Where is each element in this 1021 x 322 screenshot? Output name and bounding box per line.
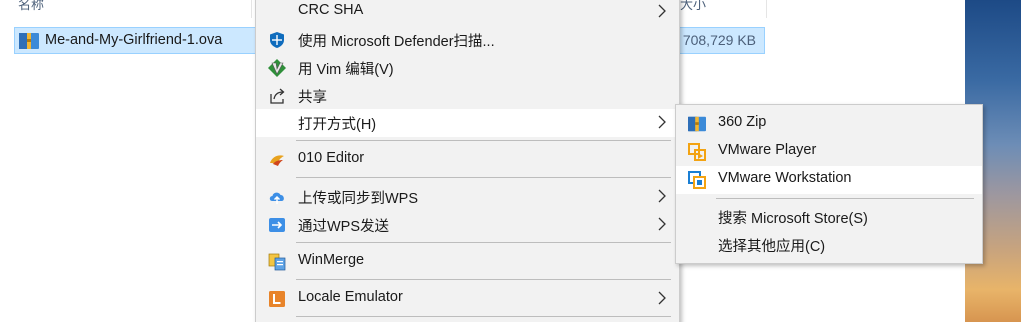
menu-item-010-editor[interactable]: 010 Editor: [256, 146, 679, 174]
vmware-player-icon: [688, 143, 706, 161]
chevron-right-icon: [658, 217, 666, 231]
locale-emulator-icon: [269, 291, 285, 307]
chevron-right-icon: [658, 291, 666, 305]
winmerge-icon: [268, 253, 286, 271]
column-header-size[interactable]: 大小: [680, 0, 706, 13]
wps-cloud-icon: [269, 192, 284, 204]
menu-item-label: 共享: [298, 90, 327, 106]
defender-shield-icon: [270, 32, 284, 48]
column-divider[interactable]: [766, 0, 767, 18]
menu-item-open-with[interactable]: 打开方式(H): [256, 109, 679, 137]
vim-icon: [268, 59, 286, 77]
menu-item-locale-emulator[interactable]: Locale Emulator: [256, 285, 679, 313]
menu-item-share[interactable]: 共享: [256, 82, 679, 110]
chevron-right-icon: [658, 115, 666, 129]
menu-separator: [296, 279, 671, 280]
010-editor-icon: [270, 155, 284, 166]
menu-item-winmerge[interactable]: WinMerge: [256, 248, 679, 276]
column-divider[interactable]: [251, 0, 252, 18]
menu-item-label: 010 Editor: [298, 150, 365, 166]
open-with-submenu: 360 Zip VMware Player VMware Workstation…: [675, 104, 983, 264]
menu-separator: [296, 316, 671, 317]
menu-separator: [296, 177, 671, 178]
vmware-workstation-icon: [688, 171, 706, 189]
menu-item-label: CRC SHA: [298, 2, 364, 18]
submenu-item-label: 选择其他应用(C): [718, 239, 826, 255]
submenu-item-label: VMware Player: [718, 142, 817, 158]
menu-item-label: 打开方式(H): [298, 117, 377, 133]
menu-item-label: WinMerge: [298, 252, 365, 268]
chevron-right-icon: [658, 189, 666, 203]
360zip-icon: [688, 116, 706, 132]
submenu-item-label: 搜索 Microsoft Store(S): [718, 211, 868, 227]
menu-item-label: Locale Emulator: [298, 289, 403, 305]
submenu-item-360zip[interactable]: 360 Zip: [676, 110, 982, 138]
menu-item-defender-scan[interactable]: 使用 Microsoft Defender扫描...: [256, 26, 679, 54]
menu-item-crc-sha[interactable]: CRC SHA: [256, 0, 679, 26]
menu-item-vim-edit[interactable]: 用 Vim 编辑(V): [256, 54, 679, 82]
context-menu: CRC SHA 使用 Microsoft Defender扫描... 用 Vim…: [255, 0, 680, 322]
submenu-item-label: 360 Zip: [718, 114, 767, 130]
submenu-item-search-store[interactable]: 搜索 Microsoft Store(S): [676, 203, 982, 231]
menu-item-label: 用 Vim 编辑(V): [298, 62, 394, 78]
share-icon: [270, 88, 285, 104]
submenu-item-vmware-workstation[interactable]: VMware Workstation: [676, 166, 982, 194]
archive-file-icon: [19, 33, 39, 49]
menu-item-wps-send[interactable]: 通过WPS发送: [256, 211, 679, 239]
menu-item-label: 使用 Microsoft Defender扫描...: [298, 34, 495, 50]
column-header-name[interactable]: 名称: [18, 0, 44, 13]
menu-item-label: 上传或同步到WPS: [298, 191, 419, 207]
file-name: Me-and-My-Girlfriend-1.ova: [45, 32, 223, 48]
menu-separator: [296, 140, 671, 141]
submenu-item-label: VMware Workstation: [718, 170, 852, 186]
submenu-item-vmware-player[interactable]: VMware Player: [676, 138, 982, 166]
menu-separator: [296, 242, 671, 243]
file-size: 708,729 KB: [682, 32, 756, 48]
wps-send-icon: [269, 218, 285, 232]
submenu-item-choose-other-app[interactable]: 选择其他应用(C): [676, 231, 982, 259]
chevron-right-icon: [658, 4, 666, 18]
menu-separator: [716, 198, 974, 199]
menu-item-wps-sync[interactable]: 上传或同步到WPS: [256, 183, 679, 211]
menu-item-label: 通过WPS发送: [298, 219, 390, 235]
